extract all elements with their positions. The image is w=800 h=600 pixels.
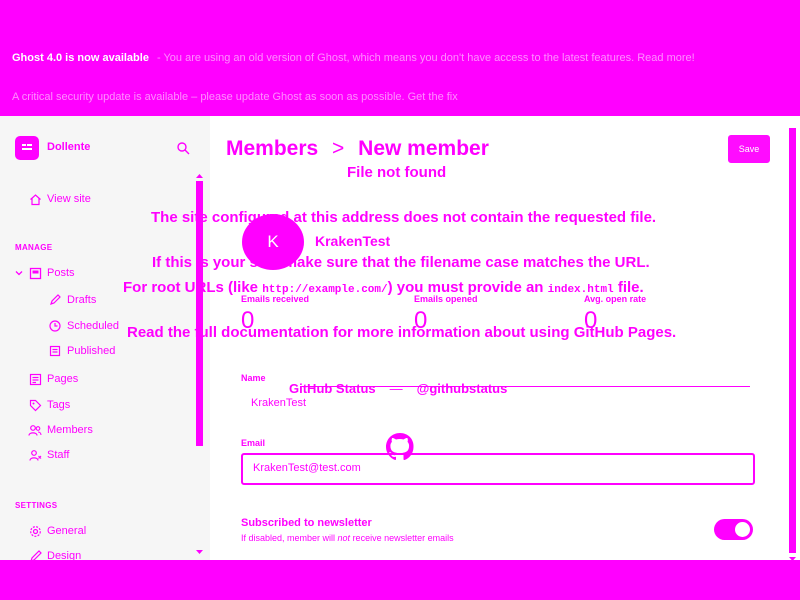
email-label: Email (241, 438, 266, 448)
status-separator: — (389, 381, 403, 396)
members-icon (28, 423, 42, 437)
sidebar-item-label: Published (67, 345, 116, 357)
line-4-text: for more information about using (328, 324, 574, 341)
save-button[interactable]: Save (728, 135, 770, 163)
brush-icon (28, 549, 42, 560)
sidebar-item-label: Drafts (67, 294, 97, 306)
gear-icon (28, 524, 42, 538)
sidebar-item-view-site[interactable]: View site (0, 189, 200, 209)
upgrade-notice[interactable]: Ghost 4.0 is now available - You are usin… (12, 52, 695, 64)
sidebar-item-pages[interactable]: Pages (0, 369, 200, 389)
name-label: Name (241, 373, 266, 383)
sidebar-item-label: General (47, 525, 87, 537)
site-name[interactable]: Dollente (47, 141, 90, 153)
sidebar-item-label: Tags (47, 399, 71, 411)
not-found-line-3: For root URLs (like http://example.com/)… (123, 279, 644, 296)
newsletter-help-emphasis: not (337, 533, 351, 543)
security-notice[interactable]: A critical security update is available … (12, 91, 458, 103)
member-name: KrakenTest (315, 233, 391, 249)
sidebar-item-label: Scheduled (67, 320, 119, 332)
settings-heading: SETTINGS (15, 501, 58, 510)
sidebar-item-staff[interactable]: Staff (0, 445, 200, 465)
sidebar-item-members[interactable]: Members (0, 420, 200, 440)
upgrade-notice-text: - You are using an old version of Ghost,… (156, 52, 695, 64)
sidebar-item-label: View site (47, 193, 91, 205)
newsletter-help-text: If disabled, member will (241, 533, 338, 543)
documentation-link[interactable]: Read the full documentation (127, 324, 329, 341)
line-3-text-mid: ) you must provide an (387, 279, 548, 296)
sidebar-scrollbar[interactable] (195, 174, 204, 560)
not-found-title: File not found (347, 164, 447, 181)
sidebar-item-label: Staff (47, 449, 70, 461)
sidebar-item-label: Pages (47, 373, 79, 385)
newsletter-help-text-end: receive newsletter emails (350, 533, 454, 543)
chevron-down-icon[interactable] (12, 266, 26, 280)
breadcrumb-members-link[interactable]: Members (226, 137, 318, 161)
main-scrollbar[interactable] (788, 126, 797, 561)
sidebar-item-label: Posts (47, 267, 75, 279)
line-4-text-end: . (672, 324, 677, 341)
bottom-bar (0, 560, 800, 600)
breadcrumb-separator-icon: > (332, 137, 345, 160)
email-field[interactable]: KrakenTest@test.com (241, 453, 755, 485)
newsletter-label: Subscribed to newsletter (241, 517, 372, 529)
clock-icon (48, 319, 62, 333)
site-logo[interactable] (15, 136, 39, 160)
email-field-value: KrakenTest@test.com (253, 462, 361, 474)
tag-icon (28, 398, 42, 412)
page-title: New member (358, 137, 489, 160)
not-found-line-1: The site configured at this address does… (151, 209, 657, 226)
newsletter-help: If disabled, member will not receive new… (241, 533, 454, 543)
search-icon[interactable] (176, 141, 190, 155)
sidebar-item-label: Design (47, 550, 82, 560)
upgrade-notice-title: Ghost 4.0 is now available (12, 52, 149, 64)
home-icon (28, 192, 42, 206)
pencil-icon (48, 293, 62, 307)
posts-icon (28, 266, 42, 280)
sidebar-item-design[interactable]: Design (0, 546, 200, 560)
not-found-line-2: If this is your site, make sure that the… (152, 254, 650, 271)
github-pages-link[interactable]: GitHub Pages (574, 324, 672, 341)
github-status-link[interactable]: GitHub Status (289, 381, 376, 396)
sidebar-item-published[interactable]: Published (0, 341, 200, 361)
sidebar-item-label: Members (47, 424, 93, 436)
sidebar-item-general[interactable]: General (0, 521, 200, 541)
github-octocat-icon[interactable] (384, 431, 416, 463)
main-scroll-thumb[interactable] (789, 128, 796, 553)
newsletter-toggle[interactable] (714, 519, 753, 540)
scroll-down-icon[interactable] (195, 549, 204, 555)
not-found-line-4: Read the full documentation for more inf… (127, 324, 676, 341)
published-icon (48, 344, 62, 358)
index-html-code: index.html (547, 284, 614, 296)
scroll-up-icon[interactable] (195, 173, 204, 179)
toggle-knob (735, 522, 750, 537)
staff-icon (28, 448, 42, 462)
manage-heading: MANAGE (15, 243, 53, 252)
line-3-text-end: file. (613, 279, 644, 296)
pages-icon (28, 372, 42, 386)
breadcrumb: Members > New member (226, 137, 489, 161)
example-url-code: http://example.com/ (262, 284, 388, 296)
githubstatus-link[interactable]: @githubstatus (417, 381, 508, 396)
update-banner: Ghost 4.0 is now available - You are usin… (0, 0, 800, 116)
status-footer: GitHub Status — @githubstatus (289, 381, 507, 396)
line-3-text: For root URLs (like (123, 279, 263, 296)
sidebar-item-tags[interactable]: Tags (0, 395, 200, 415)
ghost-logo-icon (22, 144, 32, 150)
name-field[interactable]: KrakenTest (251, 397, 306, 409)
